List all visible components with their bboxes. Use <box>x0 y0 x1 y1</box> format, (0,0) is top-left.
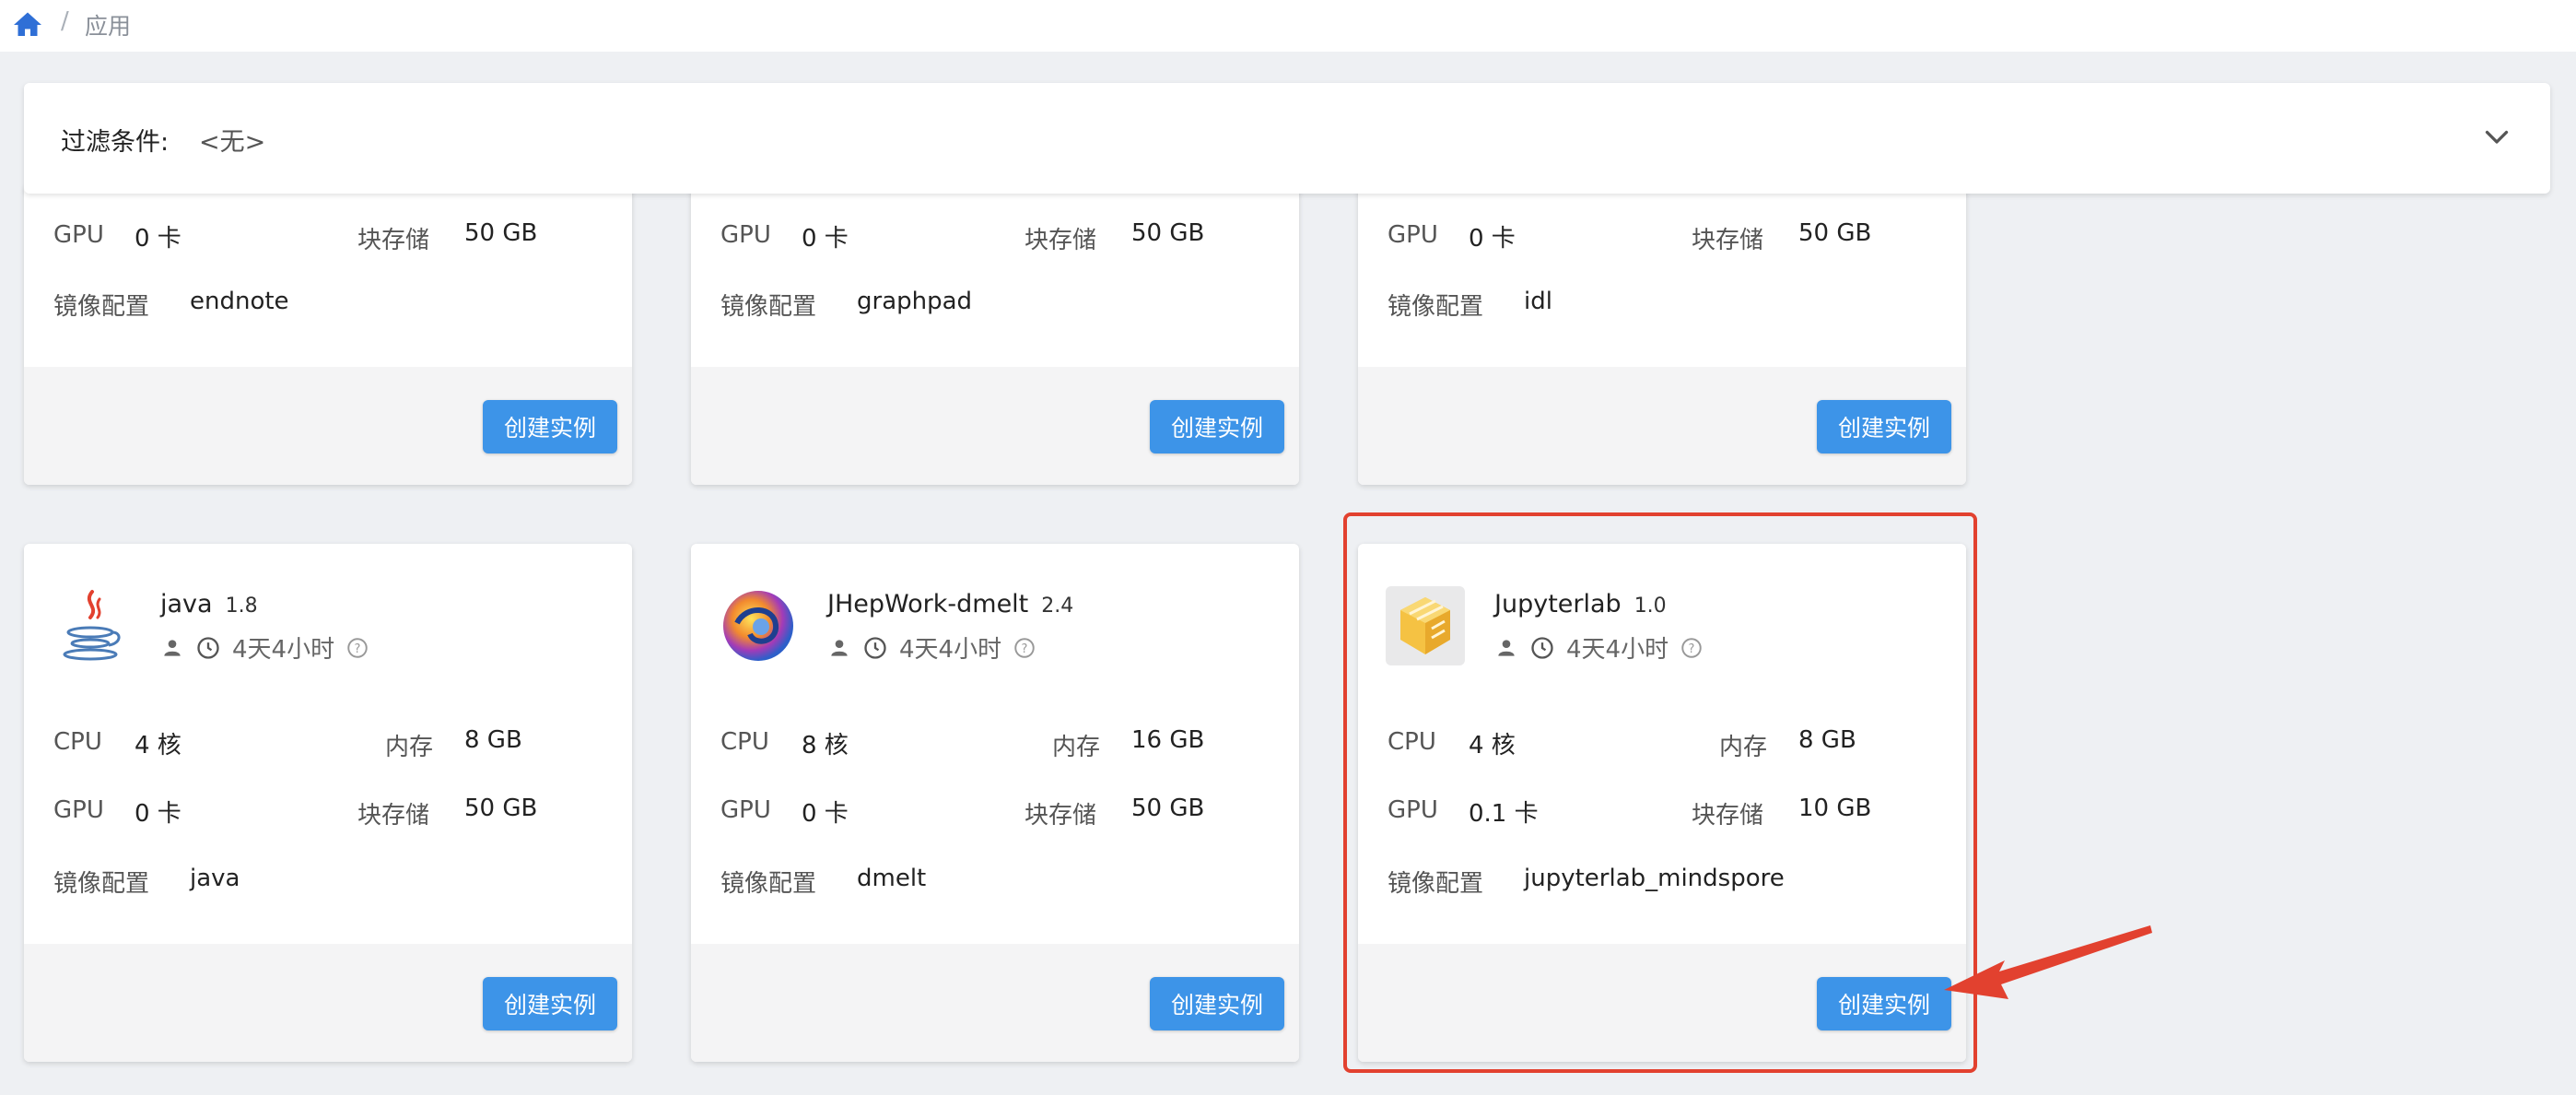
storage-value: 50 GB <box>1131 219 1205 247</box>
filter-label: 过滤条件: <box>61 128 170 157</box>
storage-value: 50 GB <box>464 219 538 247</box>
clock-icon <box>864 636 886 659</box>
storage-value: 50 GB <box>1798 219 1872 247</box>
image-label: 镜像配置 <box>720 870 817 898</box>
card-footer: 创建实例 <box>24 367 632 485</box>
card-footer: 创建实例 <box>691 367 1299 485</box>
gpu-value: 0 卡 <box>802 800 849 828</box>
app-time: 4天4小时 <box>899 636 1002 664</box>
annotation-arrow-icon <box>1944 925 2152 999</box>
cpu-label: CPU <box>53 728 102 756</box>
create-instance-button[interactable]: 创建实例 <box>483 977 617 1030</box>
image-value: dmelt <box>857 865 927 892</box>
cpu-label: CPU <box>720 728 769 756</box>
app-card-idl: GPU 0 卡 块存储 50 GB 镜像配置 idl 创建实例 <box>1358 184 1966 485</box>
gpu-label: GPU <box>53 796 104 824</box>
cpu-value: 4 核 <box>135 732 181 759</box>
app-version: 1.8 <box>225 595 258 618</box>
breadcrumb: / 应用 <box>0 0 2576 52</box>
app-card-jhepwork: JHepWork-dmelt 2.4 4天4小时 ? CPU 8 核 内存 16 … <box>691 544 1299 1062</box>
storage-label: 块存储 <box>1692 227 1764 254</box>
app-meta: 4天4小时 ? <box>827 630 1036 665</box>
image-value: idl <box>1524 288 1552 315</box>
image-label: 镜像配置 <box>53 870 150 898</box>
app-card-graphpad: GPU 0 卡 块存储 50 GB 镜像配置 graphpad 创建实例 <box>691 184 1299 485</box>
storage-value: 50 GB <box>464 795 538 822</box>
image-value: graphpad <box>857 288 973 315</box>
app-meta: 4天4小时 ? <box>160 630 369 665</box>
gpu-label: GPU <box>53 221 104 249</box>
cpu-value: 8 核 <box>802 732 849 759</box>
memory-label: 内存 <box>1052 734 1101 761</box>
breadcrumb-separator: / <box>61 7 69 35</box>
card-footer: 创建实例 <box>24 944 632 1062</box>
app-version: 2.4 <box>1041 595 1074 618</box>
chevron-down-icon[interactable] <box>2480 120 2513 153</box>
create-instance-button[interactable]: 创建实例 <box>483 400 617 453</box>
gpu-label: GPU <box>1388 221 1438 249</box>
help-icon[interactable]: ? <box>1013 636 1036 660</box>
user-icon <box>831 639 848 656</box>
app-time: 4天4小时 <box>232 636 335 664</box>
help-icon[interactable]: ? <box>345 636 369 660</box>
app-card-endnote: GPU 0 卡 块存储 50 GB 镜像配置 endnote 创建实例 <box>24 184 632 485</box>
image-label: 镜像配置 <box>53 293 150 321</box>
svg-text:?: ? <box>355 642 361 655</box>
gpu-label: GPU <box>720 221 771 249</box>
app-title: java 1.8 <box>160 590 258 618</box>
user-icon <box>164 639 181 656</box>
app-name: java <box>160 590 213 618</box>
breadcrumb-current: 应用 <box>85 13 132 40</box>
app-card-java: java 1.8 4天4小时 ? CPU 4 核 内存 8 GB GPU 0 卡 … <box>24 544 632 1062</box>
memory-value: 8 GB <box>464 726 522 754</box>
image-label: 镜像配置 <box>720 293 817 321</box>
filter-value: <无> <box>199 128 266 157</box>
card-footer: 创建实例 <box>691 944 1299 1062</box>
storage-label: 块存储 <box>1025 802 1097 830</box>
clock-icon <box>197 636 219 659</box>
svg-text:?: ? <box>1022 642 1028 655</box>
filter-bar[interactable]: 过滤条件: <无> <box>24 83 2550 194</box>
gpu-value: 0 卡 <box>135 225 181 253</box>
java-icon <box>63 590 121 661</box>
storage-value: 50 GB <box>1131 795 1205 822</box>
home-icon[interactable] <box>11 8 44 41</box>
image-value: java <box>190 865 240 892</box>
gpu-value: 0 卡 <box>135 800 181 828</box>
gpu-value: 0 卡 <box>1469 225 1516 253</box>
app-title: JHepWork-dmelt 2.4 <box>827 590 1073 618</box>
storage-label: 块存储 <box>1025 227 1097 254</box>
storage-label: 块存储 <box>357 227 430 254</box>
jhepwork-icon <box>723 591 793 661</box>
memory-label: 内存 <box>385 734 434 761</box>
image-label: 镜像配置 <box>1388 293 1484 321</box>
gpu-value: 0 卡 <box>802 225 849 253</box>
create-instance-button[interactable]: 创建实例 <box>1150 400 1284 453</box>
card-footer: 创建实例 <box>1358 367 1966 485</box>
gpu-label: GPU <box>720 796 771 824</box>
image-value: endnote <box>190 288 289 315</box>
create-instance-button[interactable]: 创建实例 <box>1150 977 1284 1030</box>
create-instance-button[interactable]: 创建实例 <box>1817 400 1951 453</box>
memory-value: 16 GB <box>1131 726 1205 754</box>
app-name: JHepWork-dmelt <box>827 590 1029 618</box>
storage-label: 块存储 <box>357 802 430 830</box>
highlight-box <box>1343 512 1977 1073</box>
